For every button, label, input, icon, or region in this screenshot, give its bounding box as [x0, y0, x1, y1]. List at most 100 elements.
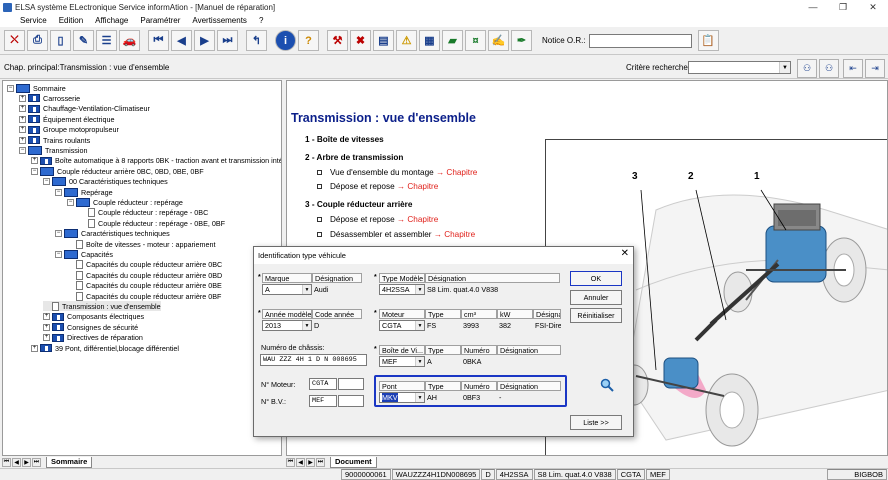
money-icon[interactable]: ¤: [465, 30, 486, 51]
tree-item[interactable]: + Boîte automatique à 8 rapports 0BK - tr…: [31, 156, 281, 166]
ok-button[interactable]: OK: [570, 271, 622, 286]
tree-item[interactable]: − Sommaire: [7, 83, 66, 93]
n-moteur-extra-field[interactable]: [338, 378, 364, 390]
menu-avertissements[interactable]: Avertissements: [186, 16, 253, 25]
tab-next-icon[interactable]: ▶: [22, 457, 31, 467]
nav-right-icon[interactable]: ⇥: [865, 59, 885, 78]
nav-left-icon[interactable]: ⇤: [843, 59, 863, 78]
book-pen-icon[interactable]: ✒: [511, 30, 532, 51]
return-icon[interactable]: ↰: [246, 30, 267, 51]
chevron-down-icon[interactable]: ▼: [779, 62, 790, 73]
close-icon[interactable]: ✕: [621, 248, 629, 259]
tree-item[interactable]: Transmission : vue d'ensemble: [43, 301, 161, 312]
tree-item[interactable]: − Couple réducteur : repérage: [67, 197, 183, 207]
tree-item[interactable]: Couple réducteur : repérage - 0BE, 0BF: [79, 218, 225, 228]
collapse-icon[interactable]: −: [55, 188, 62, 196]
collapse-icon[interactable]: −: [67, 198, 74, 206]
tree-item[interactable]: Capacités du couple réducteur arrière 0B…: [67, 281, 222, 291]
tree-item[interactable]: + Chauffage-Ventilation-Climatiseur: [19, 104, 150, 114]
search-next-icon[interactable]: ⚇: [819, 59, 839, 78]
chevron-down-icon[interactable]: ▼: [415, 321, 424, 330]
new-document-icon[interactable]: ▯: [50, 30, 71, 51]
tree-item[interactable]: − Couple réducteur arrière 0BC, 0BD, 0BE,…: [31, 166, 204, 176]
chevron-down-icon[interactable]: ▼: [302, 321, 311, 330]
notice-field[interactable]: [588, 33, 692, 48]
first-page-icon[interactable]: ⏮: [148, 30, 169, 51]
tab-prev-icon[interactable]: ◀: [12, 457, 21, 467]
next-icon[interactable]: ▶: [194, 30, 215, 51]
tree-item[interactable]: − Transmission: [19, 145, 87, 155]
tree-item[interactable]: + Trains roulants: [19, 135, 90, 145]
tab-document[interactable]: Document: [330, 456, 377, 468]
tree-item[interactable]: Couple réducteur : repérage - 0BC: [79, 208, 208, 218]
chevron-down-icon[interactable]: ▼: [302, 285, 311, 294]
collapse-icon[interactable]: −: [55, 230, 62, 238]
expand-icon[interactable]: +: [43, 323, 50, 331]
expand-icon[interactable]: +: [43, 313, 50, 321]
expand-icon[interactable]: +: [31, 157, 38, 165]
tree-item[interactable]: Boîte de vitesses - moteur : appariement: [67, 239, 215, 249]
collapse-icon[interactable]: −: [31, 167, 38, 175]
document-list-icon[interactable]: ▤: [373, 30, 394, 51]
tab-first-icon[interactable]: ⏮: [286, 457, 295, 467]
collapse-icon[interactable]: −: [19, 146, 26, 154]
annuler-button[interactable]: Annuler: [570, 290, 622, 305]
menu-parametrer[interactable]: Paramétrer: [134, 16, 186, 25]
collapse-icon[interactable]: −: [43, 178, 50, 186]
collapse-icon[interactable]: −: [55, 250, 62, 258]
help-icon[interactable]: ?: [298, 30, 319, 51]
exit-icon[interactable]: ⛌: [4, 30, 25, 51]
tree-item[interactable]: − Caractéristiques techniques: [55, 229, 170, 239]
tree-item[interactable]: Capacités du couple réducteur arrière 0B…: [67, 260, 222, 270]
edit-document-icon[interactable]: ✎: [73, 30, 94, 51]
tree-item[interactable]: + Consignes de sécurité: [43, 322, 138, 332]
tree-item[interactable]: + Groupe motopropulseur: [19, 125, 119, 135]
tree-item[interactable]: + Directives de réparation: [43, 333, 143, 343]
expand-icon[interactable]: +: [19, 94, 26, 102]
n-bv-extra-field[interactable]: [338, 395, 364, 407]
info-icon[interactable]: i: [275, 30, 296, 51]
menu-edition[interactable]: Edition: [53, 16, 89, 25]
print-icon[interactable]: ⎙: [27, 30, 48, 51]
tree-item[interactable]: − Capacités: [55, 249, 113, 259]
minimize-icon[interactable]: —: [798, 0, 828, 14]
expand-icon[interactable]: +: [43, 334, 50, 342]
restore-icon[interactable]: ❐: [828, 0, 858, 14]
moteur-select[interactable]: CGTA ▼: [379, 320, 425, 331]
expand-icon[interactable]: +: [19, 105, 26, 113]
magnifier-icon[interactable]: [600, 378, 614, 392]
tree-item[interactable]: Capacités du couple réducteur arrière 0B…: [67, 291, 221, 301]
tab-prev-icon[interactable]: ◀: [296, 457, 305, 467]
collapse-icon[interactable]: −: [7, 84, 14, 92]
boite-select[interactable]: MEF ▼: [379, 356, 425, 367]
tab-last-icon[interactable]: ⏭: [32, 457, 41, 467]
annee-select[interactable]: 2013 ▼: [262, 320, 312, 331]
tab-sommaire[interactable]: Sommaire: [46, 456, 93, 468]
criteria-input[interactable]: ▼: [688, 61, 791, 74]
tools-icon[interactable]: ⚒: [327, 30, 348, 51]
tree-item[interactable]: + Composants électriques: [43, 312, 144, 322]
tab-first-icon[interactable]: ⏮: [2, 457, 11, 467]
tree-item[interactable]: +39 Pont, différentiel,blocage différent…: [31, 343, 179, 353]
expand-icon[interactable]: +: [19, 136, 26, 144]
tree-item[interactable]: + Carrosserie: [19, 93, 80, 103]
menu-affichage[interactable]: Affichage: [89, 16, 134, 25]
pont-select[interactable]: MKV ▼: [379, 392, 425, 403]
tree-item[interactable]: Capacités du couple réducteur arrière 0B…: [67, 270, 222, 280]
reinitialiser-button[interactable]: Réinitialiser: [570, 308, 622, 323]
type-modele-select[interactable]: 4H2SSA ▼: [379, 284, 425, 295]
last-page-icon[interactable]: ⏭: [217, 30, 238, 51]
expand-icon[interactable]: +: [19, 126, 26, 134]
chevron-down-icon[interactable]: ▼: [415, 357, 424, 366]
liste-button[interactable]: Liste >>: [570, 415, 622, 430]
vehicle-icon[interactable]: 🚗: [119, 30, 140, 51]
chassis-field[interactable]: WAU ZZZ 4H 1 D N 008695: [260, 354, 367, 366]
repair-manual-icon[interactable]: ✖: [350, 30, 371, 51]
marque-select[interactable]: A ▼: [262, 284, 312, 295]
chapter-link[interactable]: → Chapitre: [397, 182, 438, 191]
tree-item[interactable]: − 00 Caractéristiques techniques: [43, 177, 168, 187]
previous-icon[interactable]: ◀: [171, 30, 192, 51]
expand-icon[interactable]: +: [31, 344, 38, 352]
clipboard-icon[interactable]: 📋: [697, 30, 719, 51]
book-edit-icon[interactable]: ✍: [488, 30, 509, 51]
